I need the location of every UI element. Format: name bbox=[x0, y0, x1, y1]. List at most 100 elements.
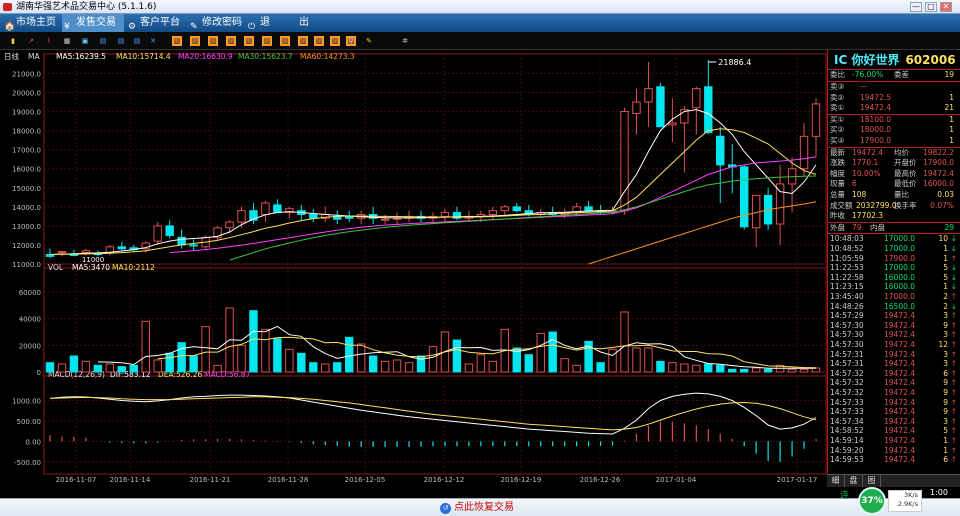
toolbar-layout-1-icon[interactable]: ▧ bbox=[172, 36, 182, 46]
toolbar-bar-chart-icon[interactable]: ▮ bbox=[8, 36, 18, 46]
maximize-button[interactable]: □ bbox=[925, 2, 937, 12]
quote-tab-0[interactable]: 细 bbox=[827, 475, 845, 487]
menu-exit-2[interactable]: 出 bbox=[285, 14, 309, 32]
toolbar-grid-icon[interactable]: ▦ bbox=[62, 36, 72, 46]
toolbar-layout-8-icon[interactable]: ▧ bbox=[298, 36, 308, 46]
volume-bar bbox=[787, 368, 797, 373]
volume-bar bbox=[57, 363, 67, 373]
kline-header-ma30: MA30:15623.7 bbox=[238, 52, 293, 61]
volume-bar bbox=[356, 343, 366, 373]
restore-trading-link[interactable]: ↺ 点此恢复交易 bbox=[440, 501, 514, 515]
toolbar-layout-9-icon[interactable]: ▧ bbox=[314, 36, 324, 46]
toolbar-layout-2-icon[interactable]: ▧ bbox=[190, 36, 200, 46]
kline-chart-area[interactable]: 21000.0 20000.0 19000.0 18000.0 17000.0 16000… bbox=[0, 50, 827, 487]
toolbar-doc-2-icon[interactable]: ▤ bbox=[116, 36, 126, 46]
minimize-button[interactable]: — bbox=[910, 2, 922, 12]
volume-bar bbox=[751, 367, 761, 373]
candle-body bbox=[775, 183, 785, 225]
menu-trading[interactable]: ¥ 发售交易 bbox=[62, 14, 124, 32]
quote-panel: IC 你好世界 602006 委比 -76.00% 委差 19 卖③ — 卖② 19472.5 1 卖… bbox=[827, 50, 960, 487]
toolbar-layout-5-icon[interactable]: ▧ bbox=[244, 36, 254, 46]
candle-body bbox=[57, 251, 67, 254]
candle-body bbox=[716, 135, 725, 166]
volume-bar bbox=[572, 364, 581, 373]
toolbar-close-doc-icon[interactable]: ✕ bbox=[148, 36, 158, 46]
volume-bar bbox=[380, 360, 390, 373]
kline-ytick-label: 13000.0 bbox=[12, 223, 41, 231]
stat-label-2: 开盘价 bbox=[894, 158, 917, 168]
stat-label: 昨收 bbox=[830, 211, 845, 221]
quote-tabs: 细盘图 bbox=[827, 474, 960, 487]
menu-exit-2-label: 出 bbox=[299, 17, 309, 28]
menu-market-home[interactable]: 🏠 市场主页 bbox=[2, 14, 60, 32]
toolbar-doc-1-icon[interactable]: ▤ bbox=[98, 36, 108, 46]
volume-bar bbox=[763, 368, 773, 373]
download-speed: 2.9K/s bbox=[897, 500, 918, 508]
volume-bar bbox=[799, 368, 809, 373]
volume-bar bbox=[680, 363, 689, 373]
volume-bar bbox=[309, 362, 318, 373]
volume-bar bbox=[45, 362, 55, 373]
kline-ytick-label: 12000.0 bbox=[12, 242, 41, 250]
ask-label: 卖③ bbox=[830, 82, 845, 91]
stat-value: 10.00% bbox=[852, 168, 881, 178]
menu-trading-label: 发售交易 bbox=[76, 17, 116, 28]
xaxis-date-label: 2016-12-05 bbox=[345, 476, 386, 484]
bid-ratio-label: 委比 bbox=[830, 70, 845, 79]
toolbar-pen-icon[interactable]: ✎ bbox=[364, 36, 374, 46]
volume-bar bbox=[620, 311, 629, 373]
toolbar-layout-3-icon[interactable]: ▧ bbox=[208, 36, 218, 46]
kline-header-period: 日线 bbox=[4, 51, 19, 61]
quote-tab-1[interactable]: 盘 bbox=[845, 475, 863, 487]
kline-ytick-label: 16000.0 bbox=[12, 166, 41, 174]
toolbar-line-chart-icon[interactable]: ↗ bbox=[26, 36, 36, 46]
toolbar-layout-7-icon[interactable]: ▧ bbox=[280, 36, 290, 46]
volume-bar bbox=[548, 331, 557, 373]
close-button[interactable]: ✕ bbox=[940, 2, 952, 12]
candle-body bbox=[225, 221, 234, 229]
bid-label: 买② bbox=[830, 125, 845, 135]
menu-client-platform[interactable]: ⚙ 客户平台 bbox=[126, 14, 186, 32]
bid-row: 买② 18000.0 1 bbox=[830, 125, 958, 136]
bid-ratio-value: -76.00% bbox=[852, 70, 884, 79]
volume-bar bbox=[345, 336, 354, 373]
menu-change-password[interactable]: ✎ 修改密码 bbox=[188, 14, 244, 32]
menu-change-password-label: 修改密码 bbox=[202, 17, 242, 28]
ask-row: 卖① 19472.4 21 bbox=[830, 103, 958, 114]
kline-ytick-label: 19000.0 bbox=[12, 109, 41, 117]
stat-label-2: 换手率 bbox=[894, 200, 917, 210]
candle-body bbox=[512, 206, 521, 212]
candle-body bbox=[811, 103, 821, 137]
inner-label: 内盘 bbox=[870, 222, 885, 232]
toolbar-window-icon[interactable]: ▣ bbox=[80, 36, 90, 46]
volume-bar bbox=[692, 364, 701, 373]
menu-exit-1[interactable]: ⏻ 退 bbox=[246, 14, 282, 32]
candle-body bbox=[273, 204, 282, 214]
candle-body bbox=[380, 218, 390, 221]
stat-label-2: 量比 bbox=[894, 190, 909, 199]
toolbar-settings-icon[interactable]: ✲ bbox=[400, 36, 410, 46]
toolbar-layout-6-icon[interactable]: ▧ bbox=[262, 36, 272, 46]
candle-body bbox=[392, 217, 402, 220]
volume-bar bbox=[608, 348, 617, 373]
toolbar-layout-10-icon[interactable]: ▧ bbox=[330, 36, 340, 46]
volume-bar bbox=[704, 363, 713, 373]
toolbar-layout-4-icon[interactable]: ▧ bbox=[226, 36, 236, 46]
xaxis-date-label: 2016-11-07 bbox=[56, 476, 97, 484]
stat-label-2: 均价 bbox=[894, 147, 909, 157]
toolbar-search-icon[interactable]: ⚲ bbox=[346, 36, 356, 46]
kline-ytick-label: 21000.0 bbox=[12, 70, 41, 78]
toolbar-k-line-icon[interactable]: ⌇ bbox=[44, 36, 54, 46]
volume-bar bbox=[536, 332, 545, 373]
toolbar-doc-3-icon[interactable]: ▤ bbox=[132, 36, 142, 46]
quote-tab-2[interactable]: 图 bbox=[863, 475, 881, 487]
volume-bar bbox=[285, 348, 294, 373]
macd-ytick-label: -500.00 bbox=[14, 459, 41, 467]
macd-ytick-label: 500.00 bbox=[17, 418, 42, 426]
volume-header-name: VOL bbox=[48, 263, 64, 272]
kline-chart-svg[interactable]: 21000.0 20000.0 19000.0 18000.0 17000.0 16000… bbox=[0, 50, 827, 487]
kline-ytick-label: 15000.0 bbox=[12, 185, 41, 193]
ma5-line bbox=[49, 109, 817, 255]
connection-label: 连 bbox=[840, 491, 850, 501]
bid-price: 17900.0 bbox=[860, 136, 892, 145]
